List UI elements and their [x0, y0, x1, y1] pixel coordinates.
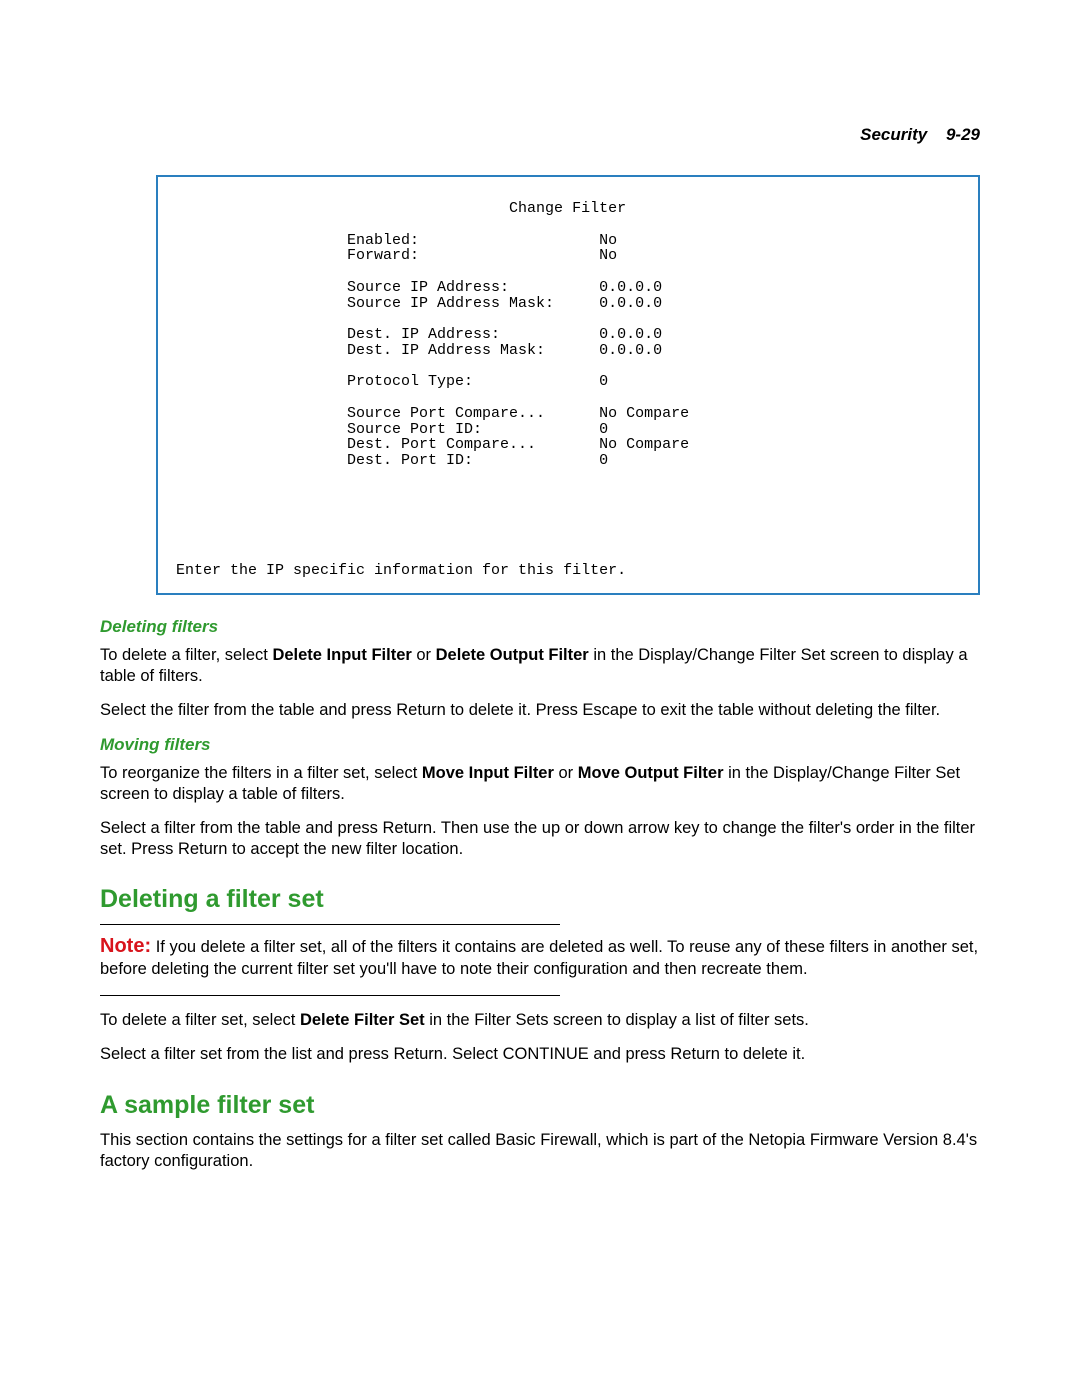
- subheading-deleting-filters: Deleting filters: [100, 617, 980, 637]
- note-block: Note: If you delete a filter set, all of…: [100, 933, 980, 980]
- page-number: 9-29: [946, 125, 980, 144]
- terminal-content: Change Filter Enabled: No Forward: No So…: [176, 201, 960, 579]
- note-body: If you delete a filter set, all of the f…: [100, 938, 978, 978]
- section-heading-sample-filter-set: A sample filter set: [100, 1091, 980, 1120]
- text: in the Filter Sets screen to display a l…: [425, 1011, 809, 1029]
- subheading-moving-filters: Moving filters: [100, 735, 980, 755]
- page-header: Security 9-29: [100, 125, 980, 145]
- para: This section contains the settings for a…: [100, 1130, 980, 1171]
- para: Select a filter from the table and press…: [100, 818, 980, 859]
- divider: [100, 995, 560, 996]
- bold-text: Move Input Filter: [422, 764, 554, 782]
- divider: [100, 924, 560, 925]
- bold-text: Delete Input Filter: [272, 646, 411, 664]
- text: To delete a filter, select: [100, 646, 272, 664]
- para: Select a filter set from the list and pr…: [100, 1044, 980, 1065]
- bold-text: Delete Filter Set: [300, 1011, 425, 1029]
- chapter-name: Security: [860, 125, 927, 144]
- bold-text: Delete Output Filter: [436, 646, 589, 664]
- text: To delete a filter set, select: [100, 1011, 300, 1029]
- bold-text: Move Output Filter: [578, 764, 724, 782]
- text: To reorganize the filters in a filter se…: [100, 764, 422, 782]
- page: Security 9-29 Change Filter Enabled: No …: [0, 0, 1080, 1397]
- para: To delete a filter set, select Delete Fi…: [100, 1010, 980, 1031]
- note-label: Note:: [100, 935, 151, 957]
- text: or: [412, 646, 436, 664]
- section-heading-deleting-filter-set: Deleting a filter set: [100, 885, 980, 914]
- para: Select the filter from the table and pre…: [100, 700, 980, 721]
- text: or: [554, 764, 578, 782]
- para: To reorganize the filters in a filter se…: [100, 763, 980, 804]
- para: To delete a filter, select Delete Input …: [100, 645, 980, 686]
- terminal-box: Change Filter Enabled: No Forward: No So…: [156, 175, 980, 595]
